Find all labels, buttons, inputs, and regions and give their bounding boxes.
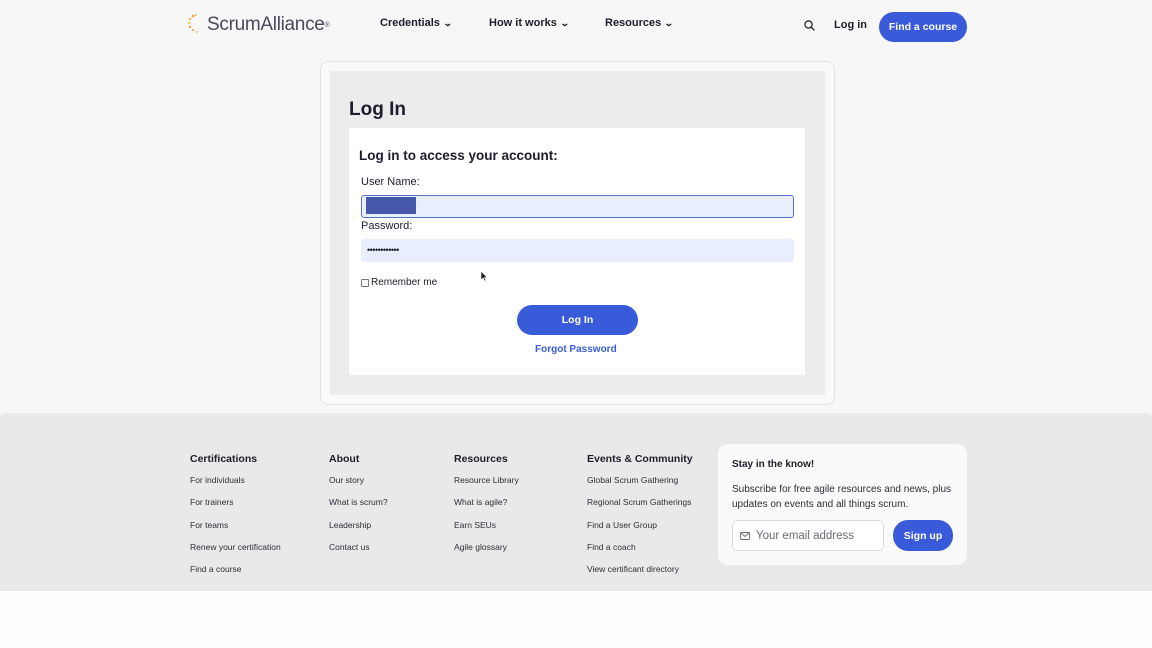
footer-link[interactable]: For teams	[190, 520, 281, 542]
logo-registered-mark: ®	[324, 21, 330, 29]
signup-button[interactable]: Sign up	[893, 520, 953, 551]
username-label: User Name:	[361, 176, 420, 188]
footer-link[interactable]: Global Scrum Gathering	[587, 475, 693, 497]
chevron-down-icon: ⌄	[559, 17, 570, 28]
footer-col-title: Certifications	[190, 453, 258, 465]
newsletter-title: Stay in the know!	[732, 459, 815, 470]
login-submit-button[interactable]: Log In	[517, 305, 638, 335]
nav-resources-label: Resources	[605, 17, 662, 29]
password-field[interactable]	[361, 239, 794, 262]
username-selection-highlight	[366, 197, 416, 214]
footer-col-title: About	[329, 453, 360, 465]
footer-link[interactable]: Resource Library	[454, 475, 519, 497]
footer-link[interactable]: What is scrum?	[329, 497, 388, 519]
site-footer	[0, 413, 1152, 591]
remember-me-label[interactable]: Remember me	[371, 277, 437, 288]
footer-link[interactable]: Regional Scrum Gatherings	[587, 497, 693, 519]
password-mask: ••••••••••••	[367, 245, 399, 255]
footer-link[interactable]: Earn SEUs	[454, 520, 519, 542]
forgot-password-link[interactable]: Forgot Password	[535, 344, 617, 355]
footer-link[interactable]: Renew your certification	[190, 542, 281, 564]
email-placeholder: Your email address	[756, 529, 855, 542]
footer-col-certifications: Certifications For individuals For train…	[190, 453, 281, 586]
nav-how-it-works[interactable]: How it works ⌄	[489, 17, 570, 29]
search-icon[interactable]	[803, 19, 816, 32]
footer-link[interactable]: Find a coach	[587, 542, 693, 564]
footer-link[interactable]: For individuals	[190, 475, 281, 497]
nav-how-it-works-label: How it works	[489, 17, 557, 29]
footer-link[interactable]: Find a User Group	[587, 520, 693, 542]
form-heading: Log in to access your account:	[359, 148, 558, 163]
chevron-down-icon: ⌄	[664, 17, 674, 28]
header-login-link[interactable]: Log in	[834, 19, 867, 31]
footer-link[interactable]: Contact us	[329, 542, 388, 564]
scrum-alliance-logo[interactable]: ScrumAlliance ®	[187, 12, 330, 38]
mouse-cursor-icon	[480, 270, 488, 282]
footer-col-title: Resources	[454, 453, 508, 465]
footer-link[interactable]: For trainers	[190, 497, 281, 519]
username-field[interactable]	[361, 195, 794, 218]
chevron-down-icon: ⌄	[442, 17, 453, 28]
newsletter-description: Subscribe for free agile resources and n…	[732, 484, 952, 510]
footer-link[interactable]: Find a course	[190, 564, 281, 586]
footer-link[interactable]: Our story	[329, 475, 388, 497]
mail-icon	[740, 531, 750, 540]
footer-link[interactable]: Leadership	[329, 520, 388, 542]
nav-credentials-label: Credentials	[380, 17, 440, 29]
logo-mark-icon	[187, 14, 198, 33]
nav-resources[interactable]: Resources ⌄	[605, 17, 674, 29]
site-header: ScrumAlliance ® Credentials ⌄ How it work…	[0, 0, 1152, 52]
remember-me-checkbox[interactable]	[361, 279, 369, 287]
footer-col-resources: Resources Resource Library What is agile…	[454, 453, 519, 564]
newsletter-email-input[interactable]: Your email address	[732, 520, 884, 551]
logo-text: ScrumAlliance	[207, 14, 325, 35]
find-course-button[interactable]: Find a course	[879, 12, 967, 42]
page-bottom-area	[0, 591, 1152, 648]
footer-col-title: Events & Community	[587, 453, 693, 465]
nav-credentials[interactable]: Credentials ⌄	[380, 17, 453, 29]
footer-link[interactable]: Agile glossary	[454, 542, 519, 564]
footer-col-events-community: Events & Community Global Scrum Gatherin…	[587, 453, 693, 586]
page-title: Log In	[349, 99, 406, 120]
footer-link[interactable]: What is agile?	[454, 497, 519, 519]
footer-col-about: About Our story What is scrum? Leadershi…	[329, 453, 388, 564]
password-label: Password:	[361, 220, 413, 232]
footer-link[interactable]: View certificant directory	[587, 564, 693, 586]
